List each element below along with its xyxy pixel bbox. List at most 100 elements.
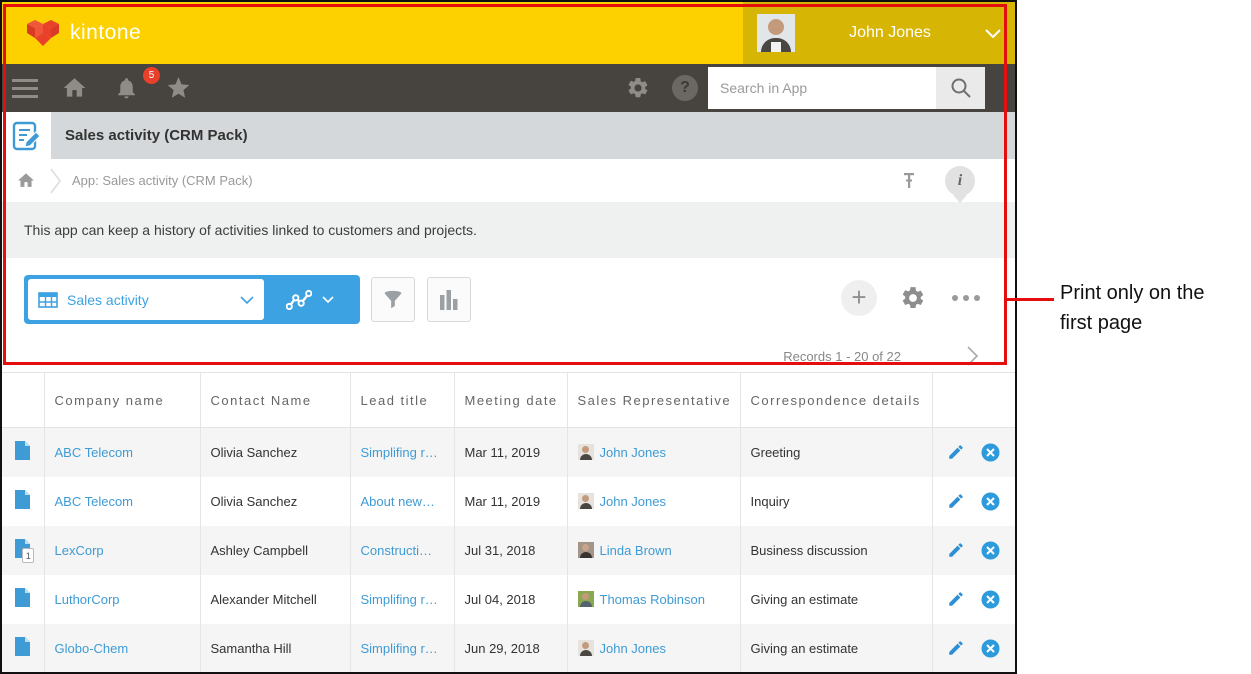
app-info-button[interactable]: i xyxy=(945,166,975,196)
user-menu[interactable]: John Jones xyxy=(743,2,1015,64)
notifications-bell-icon[interactable]: 5 xyxy=(100,75,152,101)
col-record-icon xyxy=(2,373,44,428)
pencil-icon xyxy=(947,639,965,657)
app-document-icon xyxy=(12,121,42,151)
chevron-down-icon xyxy=(240,296,254,304)
graph-button[interactable] xyxy=(427,277,471,322)
pencil-icon xyxy=(947,541,965,559)
rep-avatar xyxy=(578,542,594,558)
brand-name: kintone xyxy=(70,21,141,45)
more-options-button[interactable] xyxy=(952,286,980,310)
edit-record-button[interactable] xyxy=(947,541,965,559)
col-contact-name: Contact Name xyxy=(200,373,350,428)
help-icon[interactable]: ? xyxy=(662,75,708,101)
add-record-button[interactable]: + xyxy=(841,280,877,316)
company-name-link[interactable]: Globo-Chem xyxy=(55,641,129,656)
view-select-dropdown[interactable]: Sales activity xyxy=(28,279,264,320)
col-correspondence-details: Correspondence details xyxy=(740,373,932,428)
record-document-icon[interactable] xyxy=(14,440,31,464)
col-sales-representative: Sales Representative xyxy=(567,373,740,428)
records-count-label: Records 1 - 20 of 22 xyxy=(783,349,901,364)
brand-bar: kintone John Jones xyxy=(2,2,1015,64)
meeting-date: Mar 11, 2019 xyxy=(465,494,541,509)
lead-title-link[interactable]: About new… xyxy=(361,494,435,509)
lead-title-link[interactable]: Constructi… xyxy=(361,543,433,558)
delete-record-button[interactable] xyxy=(981,443,1000,462)
comment-count-badge: 1 xyxy=(22,548,34,563)
company-name-link[interactable]: LuthorCorp xyxy=(55,592,120,607)
edit-record-button[interactable] xyxy=(947,639,965,657)
record-document-icon[interactable] xyxy=(14,636,31,660)
table-row[interactable]: ABC Telecom Olivia Sanchez About new… Ma… xyxy=(2,477,1015,526)
company-name-link[interactable]: ABC Telecom xyxy=(55,445,134,460)
delete-record-button[interactable] xyxy=(981,639,1000,658)
edit-record-button[interactable] xyxy=(947,492,965,510)
close-circle-icon xyxy=(981,443,1000,462)
user-avatar xyxy=(757,14,795,52)
bar-chart-icon xyxy=(439,289,459,311)
rep-name-link[interactable]: John Jones xyxy=(600,641,667,656)
rep-name-link[interactable]: Linda Brown xyxy=(600,543,672,558)
lead-title-link[interactable]: Simplifing r… xyxy=(361,592,438,607)
pencil-icon xyxy=(947,492,965,510)
delete-record-button[interactable] xyxy=(981,590,1000,609)
home-icon[interactable] xyxy=(48,75,100,101)
breadcrumb-home-icon[interactable] xyxy=(16,171,36,190)
chart-view-button[interactable] xyxy=(264,289,356,311)
app-search xyxy=(708,67,985,109)
app-title: Sales activity (CRM Pack) xyxy=(51,112,248,159)
search-input[interactable] xyxy=(708,67,936,109)
chevron-down-icon xyxy=(322,296,334,303)
record-document-icon[interactable] xyxy=(14,489,31,513)
rep-avatar xyxy=(578,640,594,656)
table-row[interactable]: ABC Telecom Olivia Sanchez Simplifing r…… xyxy=(2,428,1015,477)
view-selector: Sales activity xyxy=(24,275,360,324)
table-row[interactable]: LuthorCorp Alexander Mitchell Simplifing… xyxy=(2,575,1015,624)
favorites-star-icon[interactable] xyxy=(152,75,204,101)
chevron-down-icon xyxy=(985,29,1001,38)
lead-title-link[interactable]: Simplifing r… xyxy=(361,641,438,656)
rep-avatar xyxy=(578,591,594,607)
table-row[interactable]: 1 LexCorp Ashley Campbell Constructi… Ju… xyxy=(2,526,1015,575)
notification-count-badge: 5 xyxy=(143,67,160,84)
rep-name-link[interactable]: Thomas Robinson xyxy=(600,592,706,607)
breadcrumb-separator-icon xyxy=(50,168,62,194)
app-settings-button[interactable] xyxy=(900,285,926,316)
gear-icon xyxy=(900,285,926,311)
pin-icon[interactable] xyxy=(901,172,917,190)
table-row[interactable]: Globo-Chem Samantha Hill Simplifing r… J… xyxy=(2,624,1015,673)
rep-name-link[interactable]: John Jones xyxy=(600,494,667,509)
record-document-icon[interactable] xyxy=(14,587,31,611)
line-chart-icon xyxy=(286,289,312,311)
settings-gear-icon[interactable] xyxy=(614,76,662,100)
edit-record-button[interactable] xyxy=(947,443,965,461)
record-document-icon[interactable]: 1 xyxy=(14,538,31,562)
company-name-link[interactable]: LexCorp xyxy=(55,543,104,558)
plus-icon: + xyxy=(851,284,866,310)
correspondence-details: Giving an estimate xyxy=(751,592,859,607)
meeting-date: Jul 31, 2018 xyxy=(465,543,536,558)
funnel-icon xyxy=(382,289,404,311)
company-name-link[interactable]: ABC Telecom xyxy=(55,494,134,509)
delete-record-button[interactable] xyxy=(981,492,1000,511)
correspondence-details: Greeting xyxy=(751,445,801,460)
view-toolbar: Sales activity xyxy=(2,258,1015,372)
kintone-logo[interactable]: kintone xyxy=(2,18,141,48)
search-button[interactable] xyxy=(936,67,985,109)
filter-button[interactable] xyxy=(371,277,415,322)
global-toolbar: 5 ? xyxy=(2,64,1015,112)
rep-name-link[interactable]: John Jones xyxy=(600,445,667,460)
close-circle-icon xyxy=(981,639,1000,658)
delete-record-button[interactable] xyxy=(981,541,1000,560)
view-name: Sales activity xyxy=(67,292,240,308)
edit-record-button[interactable] xyxy=(947,590,965,608)
app-icon-tab[interactable] xyxy=(2,112,51,159)
meeting-date: Jul 04, 2018 xyxy=(465,592,536,607)
lead-title-link[interactable]: Simplifing r… xyxy=(361,445,438,460)
hamburger-menu-icon[interactable] xyxy=(2,79,48,98)
meeting-date: Mar 11, 2019 xyxy=(465,445,541,460)
search-icon xyxy=(949,76,973,100)
col-actions xyxy=(932,373,1015,428)
meeting-date: Jun 29, 2018 xyxy=(465,641,540,656)
next-page-icon[interactable] xyxy=(967,346,979,366)
